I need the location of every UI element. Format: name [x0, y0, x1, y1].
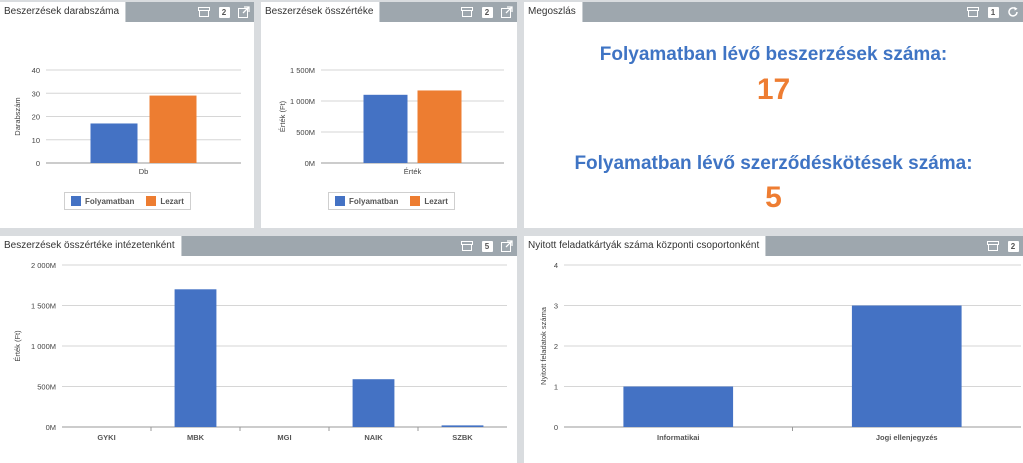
- kpi-ongoing-contracts-value: 5: [765, 181, 782, 214]
- y-tick-label: 1: [554, 383, 558, 392]
- legend-label-folyamatban: Folyamatban: [85, 196, 135, 206]
- panel-header: Beszerzések darabszáma 2: [0, 2, 254, 22]
- panel-procurement-count: Beszerzések darabszáma 2 0 10 20 30 40 Darabs…: [0, 2, 254, 228]
- bar-lezart: [149, 95, 197, 163]
- series-count-badge[interactable]: 1: [985, 4, 1001, 20]
- y-axis-label: Darabszám: [13, 97, 22, 135]
- bar-folyamatban: [363, 94, 408, 163]
- y-tick-label: 3: [554, 302, 558, 311]
- panel-title: Beszerzések összértéke: [261, 2, 381, 22]
- y-tick-label: 1 000M: [290, 97, 315, 106]
- y-tick-label: 4: [554, 261, 558, 270]
- kpi-ongoing-procurements-label: Folyamatban lévő beszerzések száma:: [599, 44, 948, 65]
- legend-swatch-lezart: [146, 196, 157, 206]
- y-tick-label: 500M: [37, 383, 56, 392]
- y-tick-label: 10: [32, 136, 40, 145]
- archive-icon[interactable]: [459, 4, 475, 20]
- y-tick-label: 1 000M: [31, 342, 56, 351]
- panel-value-by-institution: Beszerzések összértéke intézetenként 5 0…: [0, 236, 517, 463]
- kpi-ongoing-procurements-value: 17: [756, 73, 791, 106]
- panel-body: 0M 500M 1 000M 1 500M Érték (Ft) Érték Folyam…: [261, 22, 517, 228]
- archive-icon[interactable]: [965, 4, 981, 20]
- bar-folyamatban: [90, 123, 138, 163]
- panel-procurement-value: Beszerzések összértéke 2 0M 500M 1 000M 1 5…: [261, 2, 517, 228]
- panel-tools: 2: [459, 2, 515, 22]
- y-tick-label: 20: [32, 113, 40, 122]
- panel-header: Nyitott feladatkártyák száma központi cs…: [524, 236, 1023, 256]
- y-tick-label: 0M: [46, 423, 56, 432]
- panel-header: Megoszlás 1: [524, 2, 1023, 22]
- panel-body: 0M 500M 1 000M 1 500M 2 000M Érték (Ft) GYKI MB…: [0, 256, 517, 463]
- x-tick-label: MBK: [187, 433, 205, 442]
- external-link-icon[interactable]: [236, 4, 252, 20]
- panel-tools: 5: [459, 236, 515, 256]
- archive-icon[interactable]: [985, 238, 1001, 254]
- y-tick-label: 0: [36, 159, 40, 168]
- panel-distribution: Megoszlás 1 Folyamatban lévő beszerzések…: [524, 2, 1023, 228]
- external-link-icon[interactable]: [499, 238, 515, 254]
- archive-icon[interactable]: [459, 238, 475, 254]
- y-tick-label: 40: [32, 66, 40, 75]
- panel-tools: 1: [965, 2, 1021, 22]
- y-tick-label: 2: [554, 342, 558, 351]
- panel-title: Nyitott feladatkártyák száma központi cs…: [524, 236, 767, 256]
- y-tick-label: 0: [554, 423, 558, 432]
- archive-icon[interactable]: [196, 4, 212, 20]
- legend-swatch-folyamatban: [335, 196, 345, 206]
- legend-label-folyamatban: Folyamatban: [349, 196, 399, 206]
- x-tick-label: MGI: [277, 433, 291, 442]
- panel-title: Beszerzések darabszáma: [0, 2, 127, 22]
- bar-szbk: [441, 425, 484, 427]
- y-tick-label: 1 500M: [290, 66, 315, 75]
- legend-swatch-lezart: [410, 196, 421, 206]
- series-count-badge[interactable]: 2: [216, 4, 232, 20]
- panel-body: 0 10 20 30 40 Darabszám Db Folyamatban Lezart: [0, 22, 254, 228]
- y-axis-label: Érték (Ft): [13, 330, 22, 362]
- y-tick-label: 500M: [296, 128, 315, 137]
- bar-informatikai: [623, 386, 734, 427]
- x-tick-label: Informatikai: [657, 433, 700, 442]
- kpi-ongoing-contracts-label: Folyamatban lévő szerződéskötések száma:: [574, 153, 973, 174]
- x-tick-label: Jogi ellenjegyzés: [876, 433, 938, 442]
- x-tick-label: GYKI: [97, 433, 115, 442]
- legend-label-lezart: Lezart: [424, 196, 448, 206]
- panel-body: 0 1 2 3 4 Nyitott feladatok száma Informatikai…: [524, 256, 1023, 463]
- chart-legend[interactable]: Folyamatban Lezart: [64, 192, 191, 210]
- chart-legend[interactable]: Folyamatban Lezart: [328, 192, 455, 210]
- x-tick-label: NAIK: [364, 433, 383, 442]
- y-tick-label: 30: [32, 89, 40, 98]
- panel-title: Beszerzések összértéke intézetenként: [0, 236, 182, 256]
- series-count-badge[interactable]: 2: [1005, 238, 1021, 254]
- panel-title: Megoszlás: [524, 2, 583, 22]
- y-axis-label: Érték (Ft): [278, 100, 287, 132]
- y-tick-label: 2 000M: [31, 261, 56, 270]
- x-tick-label: Érték: [404, 167, 422, 176]
- panel-body: Folyamatban lévő beszerzések száma: 17 F…: [524, 22, 1023, 228]
- bar-mbk: [174, 289, 217, 427]
- x-tick-label: SZBK: [452, 433, 473, 442]
- panel-tools: 2: [985, 236, 1021, 256]
- tasks-chart: 0 1 2 3 4 Nyitott feladatok száma Informatikai…: [539, 261, 1021, 442]
- bar-jogi-ellenjegyz-s: [851, 305, 962, 427]
- panel-open-tasks: Nyitott feladatkártyák száma központi cs…: [524, 236, 1023, 463]
- series-count-badge[interactable]: 5: [479, 238, 495, 254]
- series-count-badge[interactable]: 2: [479, 4, 495, 20]
- panel-header: Beszerzések összértéke 2: [261, 2, 517, 22]
- legend-swatch-folyamatban: [71, 196, 81, 206]
- legend-label-lezart: Lezart: [160, 196, 184, 206]
- panel-header: Beszerzések összértéke intézetenként 5: [0, 236, 517, 256]
- x-tick-label: Db: [139, 167, 149, 176]
- institution-chart: 0M 500M 1 000M 1 500M 2 000M Érték (Ft) GYKI MB…: [13, 261, 507, 442]
- bar-naik: [352, 379, 395, 427]
- external-link-icon[interactable]: [499, 4, 515, 20]
- bar-lezart: [417, 90, 462, 163]
- y-axis-label: Nyitott feladatok száma: [539, 306, 548, 385]
- panel-tools: 2: [196, 2, 252, 22]
- refresh-icon[interactable]: [1005, 4, 1021, 20]
- y-tick-label: 0M: [305, 159, 315, 168]
- y-tick-label: 1 500M: [31, 302, 56, 311]
